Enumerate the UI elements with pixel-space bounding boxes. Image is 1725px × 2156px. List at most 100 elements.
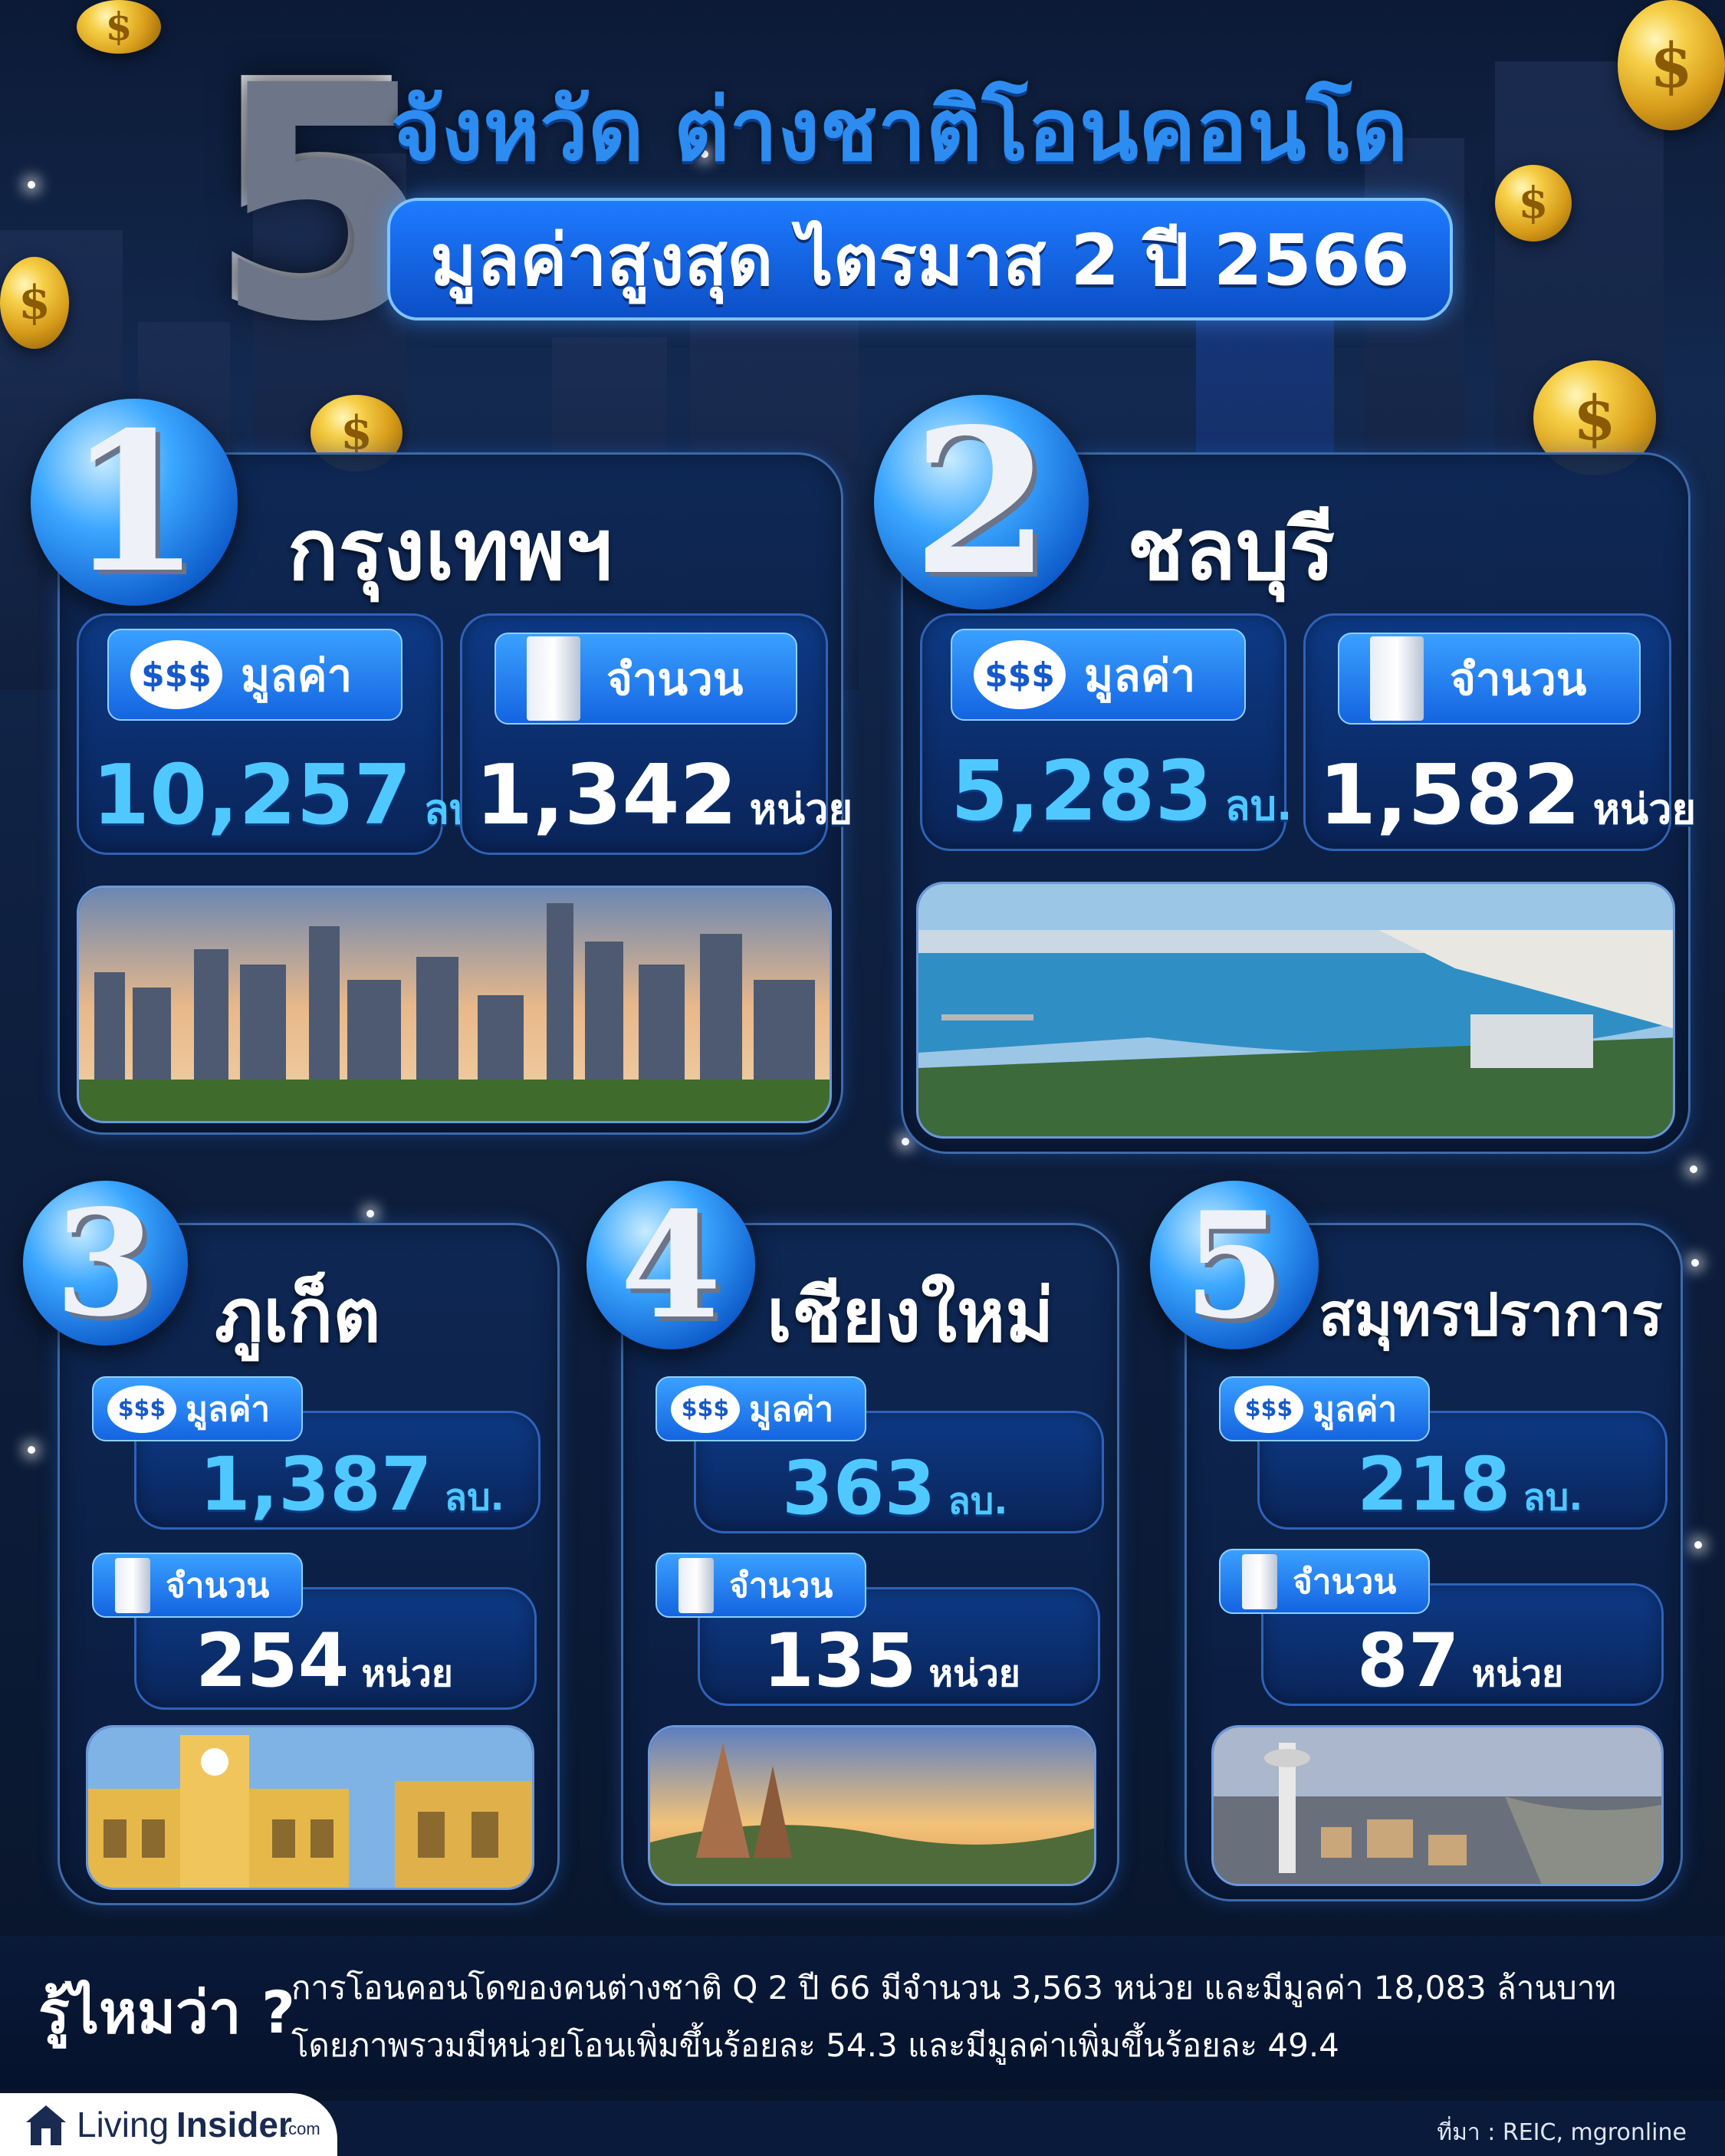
headline-subtitle: มูลค่าสูงสุด ไตรมาส 2 ปี 2566 [430, 219, 1410, 301]
source-credit: ที่มา : REIC, mgronline [1437, 2119, 1687, 2146]
coin-icon: $ [1495, 165, 1572, 242]
value-label: มูลค่า [241, 649, 353, 702]
photo-chonburi-bay [916, 882, 1675, 1139]
chiangmai-pagoda-image [650, 1727, 1094, 1884]
building-icon [527, 636, 580, 721]
chonburi-bay-image [918, 884, 1673, 1136]
headline-subtitle-banner: มูลค่าสูงสุด ไตรมาส 2 ปี 2566 [387, 198, 1453, 320]
money-bag-icon: $$$ [671, 1385, 740, 1433]
count-tag-1: จำนวน [495, 633, 797, 725]
value-number: 363 [782, 1445, 936, 1531]
logo-text-insider: Insider [176, 2105, 292, 2144]
count-amount-4: 135 หน่วย [763, 1618, 1020, 1704]
rank-badge-1: 1 [31, 389, 238, 615]
count-amount-1: 1,342 หน่วย [475, 748, 853, 843]
count-tag-4: จำนวน [656, 1553, 866, 1618]
province-name-5: สมุทรปราการ [1319, 1280, 1663, 1349]
count-label: จำนวน [606, 652, 744, 705]
house-logo-icon [26, 2105, 66, 2145]
building-icon [1370, 636, 1424, 721]
count-unit: หน่วย [1471, 1652, 1564, 1695]
value-amount-2: 5,283 ลบ. [951, 744, 1293, 840]
value-tag-4: $$$ มูลค่า [656, 1376, 866, 1441]
living-insider-logo[interactable]: Living Insider .com [0, 2093, 337, 2156]
coin-icon: $ [0, 257, 69, 349]
count-number: 1,342 [475, 748, 738, 843]
value-tag-5: $$$ มูลค่า [1219, 1376, 1430, 1441]
value-label: มูลค่า [749, 1389, 834, 1429]
count-number: 87 [1357, 1618, 1460, 1704]
value-unit: ลบ. [1523, 1476, 1583, 1519]
value-number: 1,387 [199, 1441, 432, 1527]
value-unit: ลบ. [444, 1476, 504, 1519]
photo-samutprakan-tower [1211, 1725, 1664, 1886]
count-tag-3: จำนวน [92, 1553, 303, 1618]
rank-badge-4: 4 [586, 1180, 755, 1351]
value-amount-1: 10,257 ลบ. [92, 748, 491, 843]
value-unit: ลบ. [1224, 781, 1293, 830]
money-bag-icon: $$$ [1234, 1385, 1303, 1433]
value-label: มูลค่า [186, 1389, 271, 1429]
bangkok-skyline-image [79, 888, 830, 1121]
count-unit: หน่วย [928, 1652, 1020, 1695]
value-number: 10,257 [92, 748, 412, 843]
coin-icon: $ [77, 0, 161, 54]
count-label: จำนวน [1450, 652, 1587, 705]
sparkle-decoration [1694, 1541, 1702, 1549]
sparkle-decoration [28, 181, 35, 189]
count-amount-3: 254 หน่วย [196, 1618, 453, 1704]
value-label: มูลค่า [1084, 649, 1196, 702]
samutprakan-tower-image [1214, 1727, 1661, 1884]
province-name-1: กรุงเทพฯ [288, 501, 613, 599]
count-amount-5: 87 หน่วย [1357, 1618, 1563, 1704]
value-amount-5: 218 ลบ. [1357, 1441, 1583, 1527]
did-you-know-heading: รู้ไหมว่า ? [38, 1978, 296, 2046]
count-label: จำนวน [729, 1566, 833, 1605]
count-number: 1,582 [1319, 748, 1581, 843]
value-number: 5,283 [951, 744, 1213, 840]
sparkle-decoration [902, 1138, 909, 1145]
headline-title: จังหวัด ต่างชาติโอนคอนโด [391, 81, 1408, 180]
count-number: 135 [763, 1618, 917, 1704]
value-number: 218 [1357, 1441, 1511, 1527]
value-amount-3: 1,387 ลบ. [199, 1441, 504, 1527]
phuket-old-town-image [88, 1727, 532, 1888]
did-you-know-line-1: การโอนคอนโดของคนต่างชาติ Q 2 ปี 66 มีจำน… [291, 1969, 1617, 2006]
count-tag-5: จำนวน [1219, 1549, 1430, 1614]
sparkle-decoration [28, 1446, 35, 1454]
value-tag-2: $$$ มูลค่า [951, 629, 1246, 721]
count-unit: หน่วย [749, 785, 853, 833]
coin-icon: $ [1618, 0, 1725, 130]
count-label: จำนวน [166, 1566, 270, 1605]
value-unit: ลบ. [948, 1480, 1008, 1523]
building-icon [115, 1557, 150, 1613]
money-bag-icon: $$$ [974, 640, 1066, 709]
count-label: จำนวน [1293, 1562, 1397, 1602]
province-name-4: เชียงใหม่ [767, 1273, 1054, 1359]
money-bag-icon: $$$ [130, 640, 222, 709]
photo-chiangmai-pagoda [648, 1725, 1096, 1886]
count-unit: หน่วย [361, 1652, 453, 1695]
count-number: 254 [196, 1618, 350, 1704]
province-name-3: ภูเก็ต [215, 1273, 381, 1359]
count-amount-2: 1,582 หน่วย [1319, 748, 1696, 843]
rank-badge-3: 3 [23, 1178, 188, 1349]
money-bag-icon: $$$ [107, 1385, 176, 1433]
building-icon [678, 1557, 714, 1613]
rank-badge-5: 5 [1150, 1180, 1319, 1351]
did-you-know-line-2: โดยภาพรวมมีหน่วยโอนเพิ่มขึ้นร้อยละ 54.3 … [291, 2026, 1339, 2064]
province-name-2: ชลบุรี [1127, 501, 1335, 599]
value-amount-4: 363 ลบ. [782, 1445, 1008, 1531]
photo-phuket-old-town [86, 1725, 534, 1890]
value-tag-3: $$$ มูลค่า [92, 1376, 303, 1441]
count-unit: หน่วย [1592, 785, 1697, 833]
count-tag-2: จำนวน [1338, 633, 1641, 725]
sparkle-decoration [1690, 1165, 1697, 1173]
logo-text-com: .com [284, 2119, 320, 2138]
building-icon [1242, 1553, 1277, 1609]
photo-bangkok-skyline [77, 886, 832, 1123]
sparkle-decoration [1691, 1259, 1699, 1267]
logo-text-living: Living [77, 2105, 169, 2144]
rank-badge-2: 2 [874, 386, 1089, 620]
value-label: มูลค่า [1313, 1389, 1398, 1429]
